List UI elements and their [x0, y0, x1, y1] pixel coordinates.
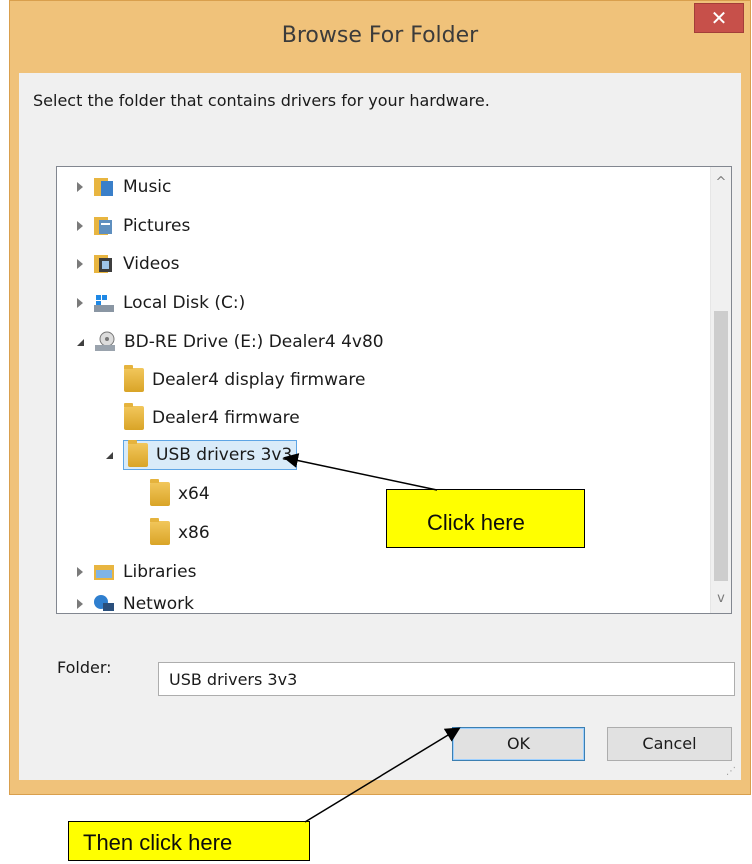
- pictures-folder-icon: [93, 215, 115, 237]
- tree-item-libraries[interactable]: Libraries: [77, 556, 196, 588]
- tree-item-label: Network: [123, 594, 194, 614]
- expand-arrow-icon[interactable]: [77, 259, 83, 269]
- cancel-button[interactable]: Cancel: [607, 727, 732, 761]
- local-disk-icon: [93, 292, 115, 314]
- collapse-arrow-icon[interactable]: [77, 338, 84, 346]
- tree-item-x86[interactable]: x86: [150, 517, 210, 549]
- tree-item-label: USB drivers 3v3: [156, 445, 293, 465]
- collapse-arrow-icon[interactable]: [106, 451, 113, 459]
- videos-folder-icon: [93, 253, 115, 275]
- music-folder-icon: [93, 176, 115, 198]
- tree-item-label: x86: [178, 523, 210, 543]
- libraries-icon: [93, 561, 115, 583]
- folder-icon: [124, 403, 144, 430]
- folder-icon: [150, 518, 170, 545]
- callout-then-click-here: Then click here: [68, 821, 310, 861]
- ok-button[interactable]: OK: [452, 727, 585, 761]
- expand-arrow-icon[interactable]: [77, 221, 83, 231]
- browse-for-folder-dialog: Browse For Folder ✕ Select the folder th…: [9, 0, 751, 795]
- vertical-scrollbar[interactable]: ^ v: [710, 167, 731, 613]
- tree-item-dealer4-firmware[interactable]: Dealer4 firmware: [124, 402, 300, 434]
- tree-item-label: BD-RE Drive (E:) Dealer4 4v80: [124, 332, 384, 352]
- title-bar: Browse For Folder ✕: [10, 1, 750, 73]
- tree-item-music[interactable]: Music: [77, 171, 171, 203]
- tree-item-bd-re-drive[interactable]: BD-RE Drive (E:) Dealer4 4v80: [77, 326, 384, 358]
- tree-item-label: Libraries: [123, 562, 197, 582]
- close-button[interactable]: ✕: [694, 3, 744, 33]
- tree-item-x64[interactable]: x64: [150, 478, 210, 510]
- callout-click-here: Click here: [386, 489, 585, 548]
- tree-item-network[interactable]: Network: [77, 593, 194, 614]
- expand-arrow-icon[interactable]: [77, 567, 83, 577]
- folder-input[interactable]: [158, 662, 735, 696]
- scroll-up-icon[interactable]: ^: [711, 173, 731, 193]
- expand-arrow-icon[interactable]: [77, 298, 83, 308]
- dialog-client-area: Select the folder that contains drivers …: [19, 73, 741, 780]
- folder-label: Folder:: [57, 658, 112, 677]
- instruction-text: Select the folder that contains drivers …: [33, 91, 490, 110]
- tree-item-dealer4-display-firmware[interactable]: Dealer4 display firmware: [124, 364, 365, 396]
- expand-arrow-icon[interactable]: [77, 182, 83, 192]
- network-icon: [93, 593, 115, 613]
- folder-icon: [124, 365, 144, 392]
- folder-icon: [150, 479, 170, 506]
- expand-arrow-icon[interactable]: [77, 599, 83, 609]
- tree-item-usb-drivers-3v3[interactable]: USB drivers 3v3: [106, 439, 298, 471]
- tree-item-label: Dealer4 firmware: [152, 408, 300, 428]
- resize-grip-icon[interactable]: ⋰: [726, 766, 738, 778]
- tree-item-label: Local Disk (C:): [123, 293, 246, 313]
- optical-drive-icon: [94, 331, 116, 353]
- tree-item-pictures[interactable]: Pictures: [77, 210, 190, 242]
- tree-item-label: Dealer4 display firmware: [152, 370, 366, 390]
- tree-item-label: x64: [178, 484, 210, 504]
- tree-item-label: Music: [123, 177, 172, 197]
- folder-icon: [128, 440, 148, 467]
- tree-item-label: Videos: [123, 254, 180, 274]
- scroll-down-icon[interactable]: v: [711, 589, 731, 609]
- dialog-title: Browse For Folder: [281, 23, 479, 48]
- scrollbar-thumb[interactable]: [714, 311, 728, 581]
- tree-item-label: Pictures: [123, 216, 191, 236]
- selected-item-highlight[interactable]: USB drivers 3v3: [123, 440, 298, 470]
- tree-item-videos[interactable]: Videos: [77, 248, 180, 280]
- tree-item-local-disk[interactable]: Local Disk (C:): [77, 287, 245, 319]
